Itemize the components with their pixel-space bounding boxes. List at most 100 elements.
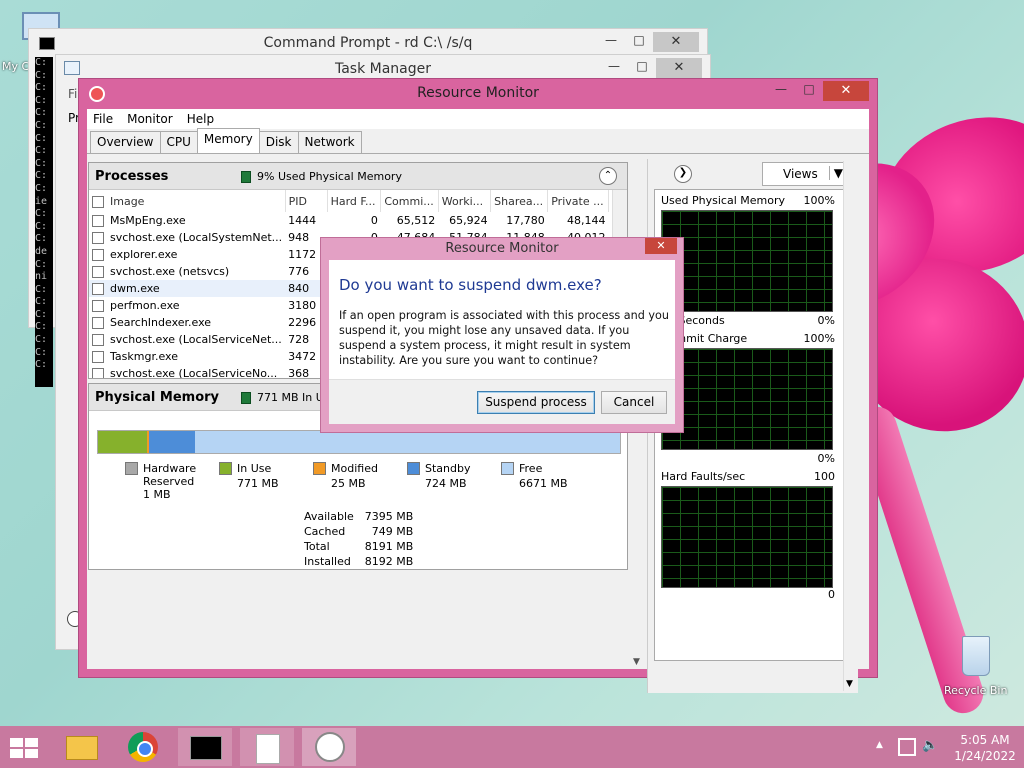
legend-label: Hardware Reserved [143,462,197,488]
menu-file[interactable]: File [93,112,113,126]
maximize-icon[interactable]: □ [625,32,653,50]
memory-stat-label: Installed [304,555,351,568]
taskbar-command-prompt[interactable] [178,728,232,766]
close-icon[interactable]: ✕ [645,238,677,254]
process-image-cell: MsMpEng.exe [89,212,285,229]
process-shareable-cell: 17,780 [506,214,545,227]
checkbox[interactable] [92,351,104,363]
memory-stats: Available 7395 MB Cached 749 MB Total 8191 MB… [303,509,414,569]
taskbar-resource-monitor[interactable] [302,728,356,766]
volume-muted-icon[interactable]: 🔈 [922,738,938,753]
collapse-arrow-icon[interactable]: ❯ [674,165,692,183]
memory-stat-row: Available 7395 MB [303,509,414,524]
column-header-working[interactable]: Worki... [438,190,492,212]
network-icon[interactable] [898,738,916,756]
maximize-icon[interactable]: □ [795,81,823,99]
suspend-dialog[interactable]: Resource Monitor ✕ Do you want to suspen… [320,237,684,433]
clock-time: 5:05 AM [960,733,1010,747]
memory-usage-bar [97,430,621,454]
tab-disk[interactable]: Disk [258,131,299,153]
graph-max: 100 [814,470,835,483]
checkbox[interactable] [92,317,104,329]
views-label: Views [783,167,818,181]
taskbar-notepad[interactable] [240,728,294,766]
minimize-icon[interactable]: — [597,32,625,50]
legend-item: In Use 771 MB [219,462,313,490]
graph-min: 0% [817,452,835,465]
processes-title: Processes [95,169,169,184]
legend-swatch [219,462,232,475]
checkbox[interactable] [92,283,104,295]
memory-bar-in-use [98,431,148,453]
checkbox[interactable] [92,300,104,312]
chevron-up-icon[interactable]: ⌃ [599,167,617,185]
checkbox[interactable] [92,249,104,261]
minimize-icon[interactable]: — [767,81,795,99]
chrome-center-icon [137,741,153,757]
taskbar-chrome[interactable] [116,728,170,766]
legend-label: Modified [331,462,378,475]
column-header-hard-faults[interactable]: Hard F... [327,190,382,212]
memory-stat-value: 7395 MB [364,510,414,523]
checkbox[interactable] [92,215,104,227]
processes-header[interactable]: Processes 9% Used Physical Memory ⌃ [89,163,627,190]
memory-indicator-icon [241,392,251,404]
dialog-title: Resource Monitor [445,241,559,256]
maximize-icon[interactable]: □ [628,58,656,76]
dialog-body: Do you want to suspend dwm.exe? If an op… [329,260,675,424]
column-header-image[interactable]: Image [89,190,286,212]
tab-network[interactable]: Network [297,131,362,153]
cmd-console[interactable]: C: C: C: C: C: C: C: C: C: C: C: ie C: C… [35,57,53,387]
desktop-icon-recycle-bin[interactable]: Recycle Bin [940,630,1012,700]
menu-monitor[interactable]: Monitor [127,112,173,126]
memory-stat-label: Total [304,540,330,553]
minimize-icon[interactable]: — [600,58,628,76]
start-button[interactable] [0,728,48,766]
graph-title: Used Physical Memory [661,194,786,207]
checkbox[interactable] [92,195,104,208]
close-icon[interactable]: ✕ [653,32,699,52]
folder-icon [66,736,98,760]
clock[interactable]: 5:05 AM 1/24/2022 [950,732,1020,764]
cmd-icon [190,736,222,760]
memory-indicator-icon [241,171,251,183]
memory-stat-value: 8192 MB [364,555,414,568]
processes-indicator-text: 9% Used Physical Memory [257,170,402,183]
column-header-shareable[interactable]: Sharea... [490,190,549,212]
checkbox[interactable] [92,368,104,378]
graph-stack: Used Physical Memory 100% 0% 60 Seconds Comm… [654,189,856,661]
tab-overview[interactable]: Overview [90,131,161,153]
close-icon[interactable]: ✕ [823,81,869,101]
legend-value: 771 MB [237,477,279,490]
side-scrollbar[interactable]: ▼ [843,161,858,691]
tab-memory[interactable]: Memory [196,128,260,153]
process-image-cell: dwm.exe [89,280,285,297]
process-image-cell: explorer.exe [89,246,285,263]
memory-stat-value: 8191 MB [364,540,414,553]
desktop-icon-label: My C [2,60,30,73]
close-icon[interactable]: ✕ [656,58,702,78]
process-hard-faults-cell: 0 [370,214,378,227]
views-dropdown[interactable]: Views ▼ [762,162,848,186]
scroll-down-icon[interactable]: ▼ [846,679,853,689]
checkbox[interactable] [92,266,104,278]
taskbar-file-explorer[interactable] [54,728,108,766]
suspend-process-button[interactable]: Suspend process [477,391,595,414]
menu-help[interactable]: Help [187,112,214,126]
memory-stat-row: Cached 749 MB [303,524,414,539]
main-scroll-down-icon[interactable]: ▼ [633,657,640,667]
column-header-commit[interactable]: Commi... [380,190,439,212]
process-image-cell: svchost.exe (LocalSystemNet... [89,229,285,246]
table-row[interactable]: MsMpEng.exe 1444 0 65,512 65,924 17,780 48,144 [89,212,609,229]
column-header-pid[interactable]: PID [285,190,328,212]
memory-bar-standby [148,431,195,453]
legend-label: Free [519,462,543,475]
graph-canvas [661,348,833,450]
show-hidden-icons-icon[interactable]: ▲ [876,740,883,750]
column-header-private[interactable]: Private ... [547,190,609,212]
checkbox[interactable] [92,334,104,346]
tab-cpu[interactable]: CPU [159,131,198,153]
desktop-icon-label: Recycle Bin [944,684,1008,697]
checkbox[interactable] [92,232,104,244]
cancel-button[interactable]: Cancel [601,391,667,414]
